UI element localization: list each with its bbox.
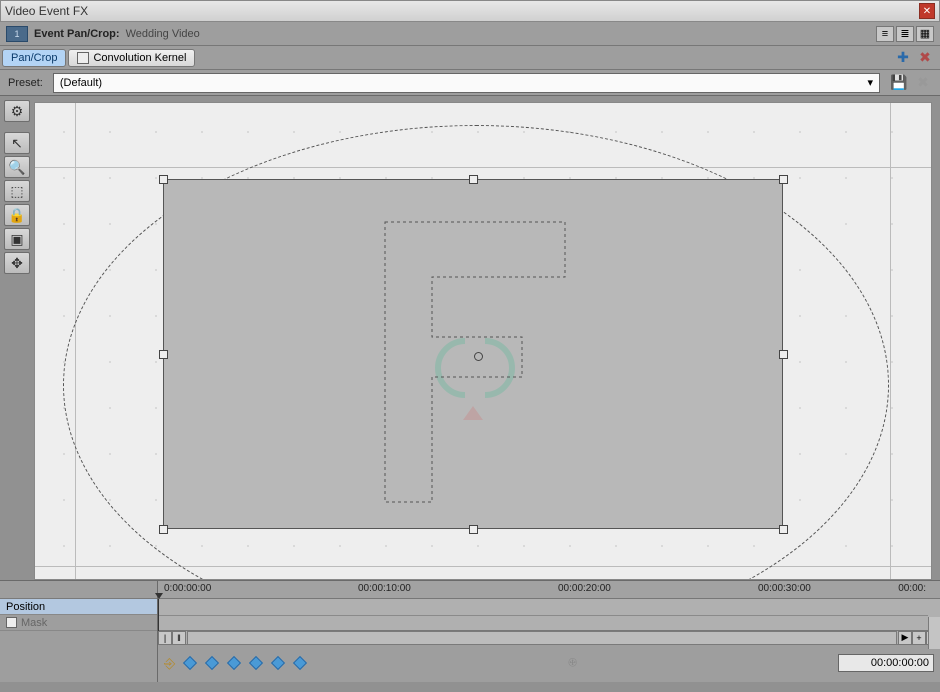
handle-tc[interactable] xyxy=(469,175,478,184)
view-icon-1[interactable]: ≡ xyxy=(876,26,894,42)
keyframe-lanes[interactable] xyxy=(158,599,940,631)
track-badge: 1 xyxy=(6,26,28,42)
fx-tab-label: Convolution Kernel xyxy=(93,52,186,64)
fx-tab-label: Pan/Crop xyxy=(11,52,57,64)
handle-ml[interactable] xyxy=(159,350,168,359)
tool-zoom[interactable]: 🔍 xyxy=(4,156,30,178)
scroll-prev[interactable]: ‖ xyxy=(172,631,186,645)
handle-bc[interactable] xyxy=(469,525,478,534)
kf-next[interactable] xyxy=(271,656,285,670)
close-button[interactable]: ✕ xyxy=(919,3,935,19)
kf-prev[interactable] xyxy=(205,656,219,670)
tool-bounds[interactable]: ▣ xyxy=(4,228,30,250)
handle-tl[interactable] xyxy=(159,175,168,184)
track-position[interactable]: Position xyxy=(0,599,157,615)
guide-right xyxy=(890,103,891,579)
preset-dropdown[interactable]: (Default) ▾ xyxy=(53,73,880,93)
kf-last[interactable] xyxy=(293,656,307,670)
ruler-tick: 00:00:10:00 xyxy=(358,583,411,594)
ruler-tick: 0:00:00:00 xyxy=(164,583,211,594)
tool-pointer[interactable]: ↖ xyxy=(4,132,30,154)
dropdown-icon: ▾ xyxy=(867,76,873,89)
crop-canvas[interactable] xyxy=(34,102,932,580)
handle-br[interactable] xyxy=(779,525,788,534)
scroll-next[interactable]: ▶ xyxy=(898,631,912,645)
track-label: Mask xyxy=(21,617,47,629)
preset-delete-icon[interactable]: ✖ xyxy=(914,74,932,92)
window-title: Video Event FX xyxy=(5,4,88,18)
fx-enable-checkbox[interactable] xyxy=(77,52,89,64)
handle-tr[interactable] xyxy=(779,175,788,184)
handle-bl[interactable] xyxy=(159,525,168,534)
ruler-tick: 00:00:30:00 xyxy=(758,583,811,594)
track-mask[interactable]: Mask xyxy=(0,615,157,631)
zoom-in[interactable]: + xyxy=(912,631,926,645)
fx-tab-convolution[interactable]: Convolution Kernel xyxy=(68,49,195,67)
hscroll-track[interactable] xyxy=(187,631,897,645)
kf-first[interactable] xyxy=(183,656,197,670)
kf-del[interactable] xyxy=(249,656,263,670)
preset-save-icon[interactable]: 💾 xyxy=(890,74,908,92)
track-mask-checkbox[interactable] xyxy=(6,617,17,628)
kf-add[interactable] xyxy=(227,656,241,670)
pane-title: Event Pan/Crop: xyxy=(34,28,120,40)
preset-label: Preset: xyxy=(8,77,43,89)
ruler-tick: 00:00:20:00 xyxy=(558,583,611,594)
ruler-tick: 00:00: xyxy=(898,583,926,594)
view-icon-2[interactable]: ≣ xyxy=(896,26,914,42)
tc-anchor-icon[interactable]: 🕀 xyxy=(568,657,577,670)
sync-cursor-icon[interactable]: ⎆ xyxy=(164,655,175,672)
tool-options[interactable]: ⚙ xyxy=(4,100,30,122)
track-label: Position xyxy=(6,601,45,613)
f-indicator xyxy=(380,217,570,507)
time-ruler[interactable]: 0:00:00:00 00:00:10:00 00:00:20:00 00:00… xyxy=(158,581,940,599)
tool-lock[interactable]: 🔒 xyxy=(4,204,30,226)
playhead[interactable] xyxy=(158,599,159,631)
fx-tab-pancrop[interactable]: Pan/Crop xyxy=(2,49,66,67)
scroll-first[interactable]: | xyxy=(158,631,172,645)
timecode-field[interactable]: 00:00:00:00 xyxy=(838,654,934,672)
lane-vscroll[interactable] xyxy=(928,617,940,649)
clip-name: Wedding Video xyxy=(126,28,200,40)
view-icon-3[interactable]: ▦ xyxy=(916,26,934,42)
plugin-remove-icon[interactable]: ✖ xyxy=(916,49,934,67)
tool-snap[interactable]: ⬚ xyxy=(4,180,30,202)
preset-value: (Default) xyxy=(60,77,102,89)
handle-mr[interactable] xyxy=(779,350,788,359)
plugin-add-icon[interactable]: ✚ xyxy=(894,49,912,67)
center-handle[interactable] xyxy=(474,352,483,361)
tool-move[interactable]: ✥ xyxy=(4,252,30,274)
